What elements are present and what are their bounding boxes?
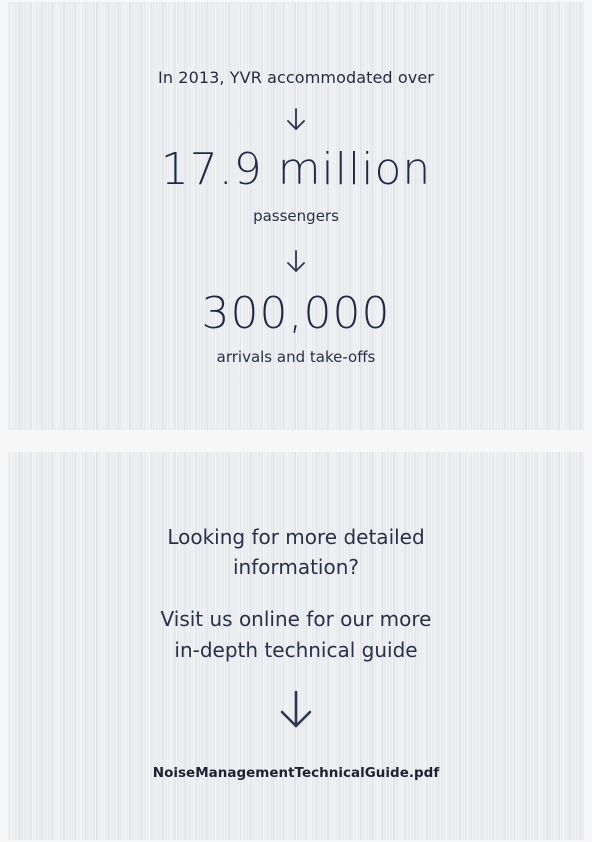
visit-online-text: Visit us online for our more in-depth te… xyxy=(0,604,592,666)
arrow-down-icon xyxy=(280,690,312,728)
stats-intro: In 2013, YVR accommodated over xyxy=(158,68,434,87)
movements-label: arrivals and take-offs xyxy=(216,348,376,366)
stats-panel: In 2013, YVR accommodated over 17.9 mill… xyxy=(8,2,584,430)
passengers-label: passengers xyxy=(253,207,339,225)
technical-guide-pdf-link[interactable]: NoiseManagementTechnicalGuide.pdf xyxy=(0,765,592,781)
visit-line-1: Visit us online for our more xyxy=(160,607,432,631)
question-line-1: Looking for more detailed xyxy=(167,525,425,549)
arrow-down-icon xyxy=(287,108,305,130)
passengers-value: 17.9 million xyxy=(160,144,432,195)
more-info-question: Looking for more detailed information? xyxy=(0,522,592,582)
visit-line-2: in-depth technical guide xyxy=(174,638,418,662)
arrow-down-icon xyxy=(287,250,305,272)
question-line-2: information? xyxy=(232,555,360,579)
movements-value: 300,000 xyxy=(201,288,391,339)
